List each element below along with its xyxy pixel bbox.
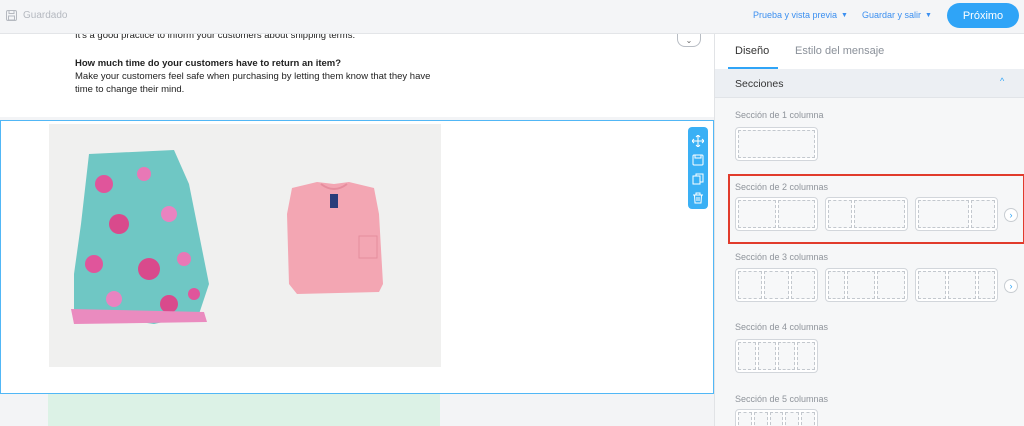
group-label-1-column: Sección de 1 columna [735,110,824,120]
save-exit-dropdown[interactable]: Guardar y salir ▼ [862,10,932,20]
save-block-icon[interactable] [692,153,704,165]
chevron-down-icon: ⌄ [685,35,693,45]
layout-column [738,130,815,158]
layout-3-columns-variant-a[interactable] [825,268,908,302]
top-bar: Guardado Prueba y vista previa ▼ Guardar… [0,0,1024,34]
layout-column [918,271,946,299]
layout-column [797,342,815,370]
image-section[interactable] [0,120,714,394]
layout-column [847,271,876,299]
move-icon[interactable] [691,134,705,147]
trash-icon[interactable] [692,191,704,203]
design-panel: Diseño Estilo del mensaje Secciones ^ Se… [714,34,1024,426]
email-canvas: It's a good practice to inform your cust… [0,34,714,426]
text-section[interactable]: It's a good practice to inform your cust… [0,34,714,117]
next-layouts-3-columns-button[interactable]: › [1004,279,1018,293]
layout-column [777,342,796,370]
layout-column [977,271,995,299]
tab-design[interactable]: Diseño [735,45,769,57]
return-question-heading: How much time do your customers have to … [75,58,342,69]
chevron-right-icon: › [1009,281,1013,291]
saved-label: Guardado [23,10,68,21]
green-text-section[interactable] [48,394,440,426]
panel-tabs: Diseño Estilo del mensaje [715,34,1024,69]
shipping-text: It's a good practice to inform your cust… [75,34,356,41]
layout-column [801,412,815,426]
layout-5-columns[interactable] [735,409,818,426]
layout-column [877,271,905,299]
group-label-5-columns: Sección de 5 columnas [735,394,829,404]
layout-column [769,412,784,426]
preview-dropdown[interactable]: Prueba y vista previa ▼ [753,10,848,20]
layout-column [738,412,752,426]
layout-column [785,412,800,426]
group-label-4-columns: Sección de 4 columnas [735,322,829,332]
layout-1-column[interactable] [735,127,818,161]
save-exit-label: Guardar y salir [862,10,922,20]
sections-title: Secciones [735,78,784,90]
layout-column [947,271,976,299]
section-toolbar [688,127,708,209]
tab-message-style[interactable]: Estilo del mensaje [795,45,884,57]
chevron-down-icon: ▼ [925,11,932,19]
layout-column [753,412,768,426]
layout-column [738,271,763,299]
sections-header[interactable]: Secciones ^ [715,69,1024,98]
product-image[interactable] [49,124,441,367]
preview-label: Prueba y vista previa [753,10,838,20]
layout-column [828,271,846,299]
layout-3-columns-variant-b[interactable] [915,268,998,302]
chevron-down-icon: ▼ [841,11,848,19]
layout-column [738,342,756,370]
layout-column [764,271,789,299]
save-icon [6,10,17,21]
return-question-body: Make your customers feel safe when purch… [75,71,431,95]
saved-status: Guardado [6,10,67,21]
layout-4-columns[interactable] [735,339,818,373]
group-label-3-columns: Sección de 3 columnas [735,252,829,262]
clothing-illustration [71,150,383,324]
chevron-up-icon[interactable]: ^ [1000,76,1004,86]
next-button[interactable]: Próximo [947,3,1019,28]
layout-column [790,271,815,299]
duplicate-icon[interactable] [692,172,704,184]
layout-3-columns-equal[interactable] [735,268,818,302]
layout-column [757,342,776,370]
collapse-button[interactable]: ⌄ [677,34,701,47]
highlight-box [728,174,1024,244]
